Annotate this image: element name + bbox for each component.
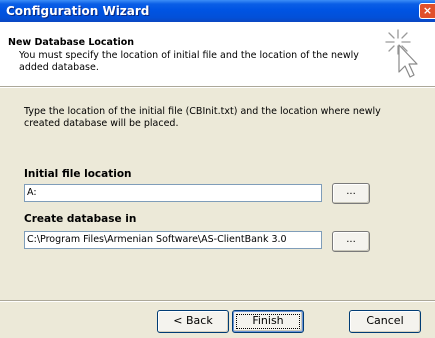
instructions-text: Type the location of the initial file (C… [24,106,381,129]
wizard-header: New Database Location You must specify t… [0,22,435,86]
database-location-input[interactable]: C:\Program Files\Armenian Software\AS-Cl… [24,231,322,249]
database-location-browse-button[interactable]: ... [332,231,370,252]
window-title: Configuration Wizard [6,4,150,18]
finish-button[interactable]: Finish [232,310,304,333]
header-subtitle: You must specify the location of initial… [19,50,359,73]
magic-wand-cursor-icon [385,29,418,78]
initial-file-label: Initial file location [24,168,132,180]
header-divider [0,86,435,88]
back-button[interactable]: < Back [157,310,229,333]
header-title: New Database Location [8,37,135,48]
wizard-window: Configuration Wizard × New Database Loca… [0,0,435,338]
focus-ring [236,314,300,329]
database-location-label: Create database in [24,213,137,225]
initial-file-browse-button[interactable]: ... [332,183,370,204]
cancel-button[interactable]: Cancel [349,310,421,333]
back-button-label: < Back [173,314,213,327]
title-bar[interactable]: Configuration Wizard × [0,0,435,22]
initial-file-input[interactable]: A: [24,184,322,202]
footer-divider [0,300,435,302]
cancel-button-label: Cancel [366,314,404,327]
close-button[interactable]: × [419,3,435,19]
